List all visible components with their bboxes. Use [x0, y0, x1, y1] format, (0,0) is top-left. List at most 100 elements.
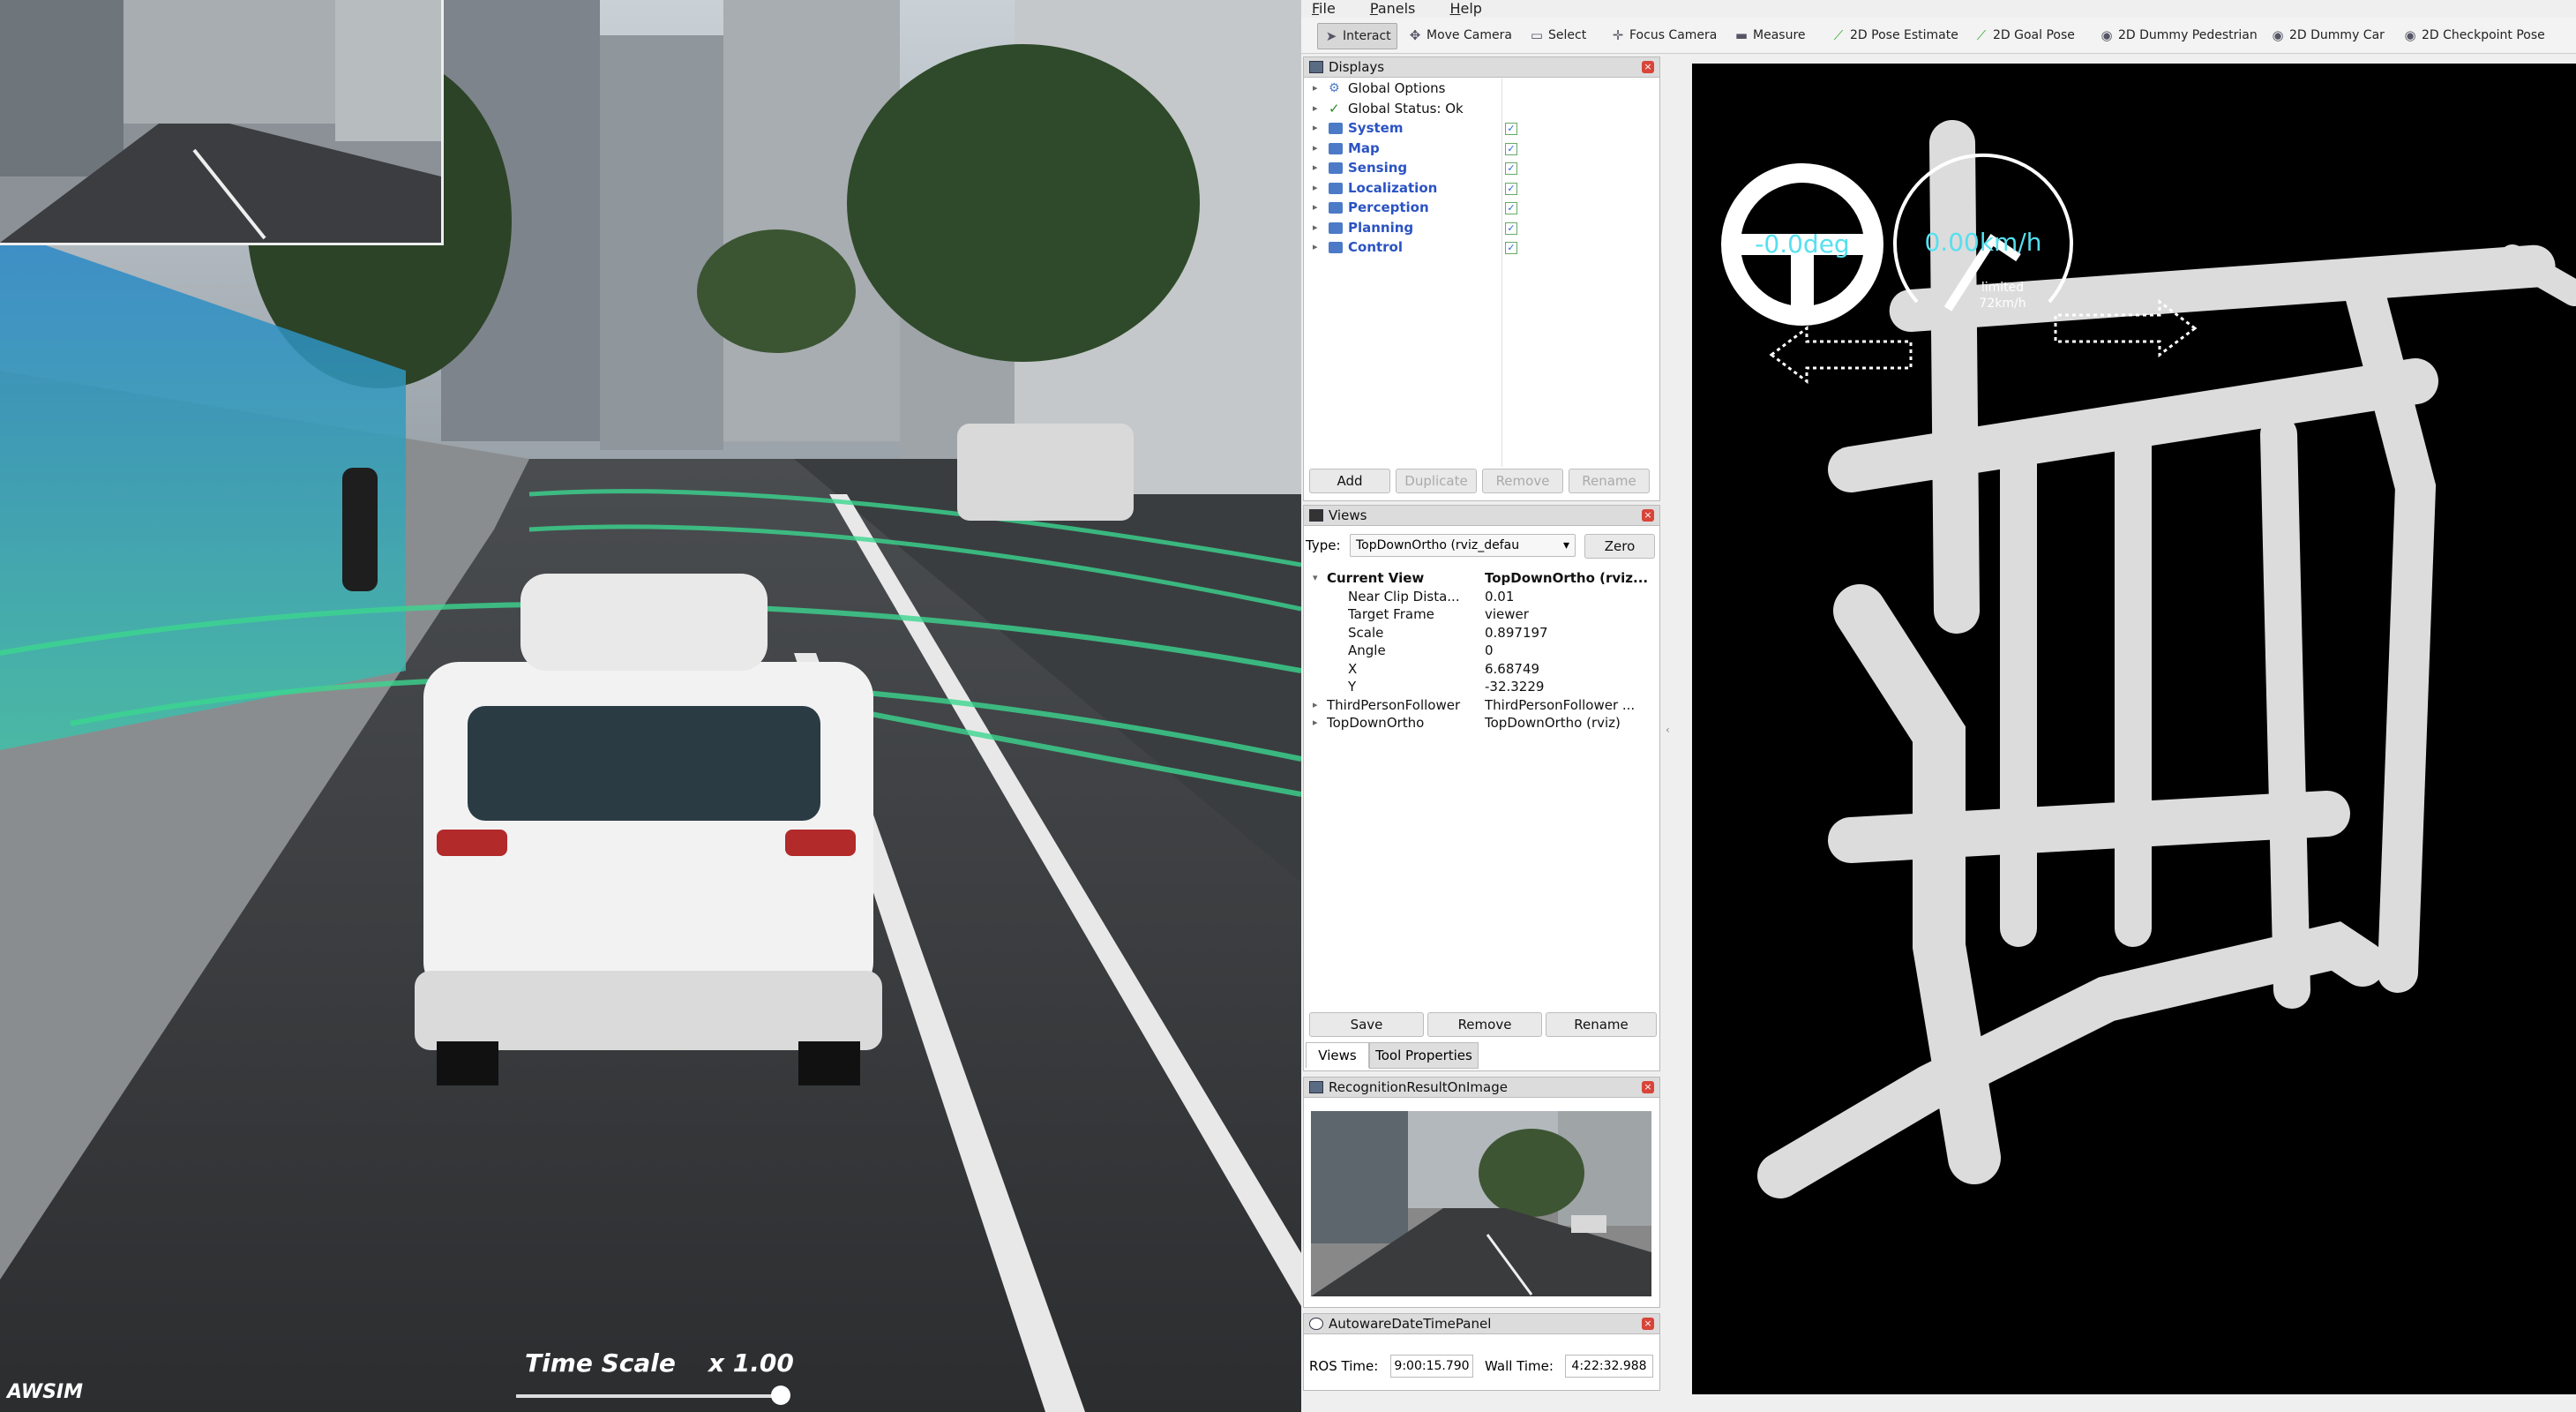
remove-display-button[interactable]: Remove [1482, 469, 1563, 493]
prop-value[interactable]: 0.897197 [1485, 624, 1548, 642]
enable-checkbox[interactable]: ✓ [1505, 123, 1517, 135]
app-logo: AWSIM [7, 1381, 84, 1403]
datetime-title: AutowareDateTimePanel [1329, 1316, 1492, 1332]
view-prop-row[interactable]: Scale 0.897197 [1304, 624, 1659, 642]
move-camera-icon: ✥ [1409, 27, 1421, 43]
tool-focus-camera[interactable]: ✛ Focus Camera [1610, 25, 1718, 46]
simulator-view[interactable]: Time Scale x 1.00 AWSIM [0, 0, 1301, 1412]
time-scale-slider[interactable] [516, 1394, 781, 1398]
enable-checkbox[interactable]: ✓ [1505, 182, 1517, 195]
tool-2d-checkpoint-pose[interactable]: ◉ 2D Checkpoint Pose [2402, 25, 2544, 46]
close-icon[interactable]: × [1642, 1081, 1654, 1093]
menu-file[interactable]: File [1312, 2, 1336, 16]
gear-icon: ⚙ [1329, 81, 1340, 95]
menu-bar: File Panels Help [1301, 0, 2576, 16]
view-prop-row[interactable]: Target Frame viewer [1304, 605, 1659, 624]
current-view-row[interactable]: ▾ Current View TopDownOrtho (rviz... [1304, 569, 1659, 588]
tool-2d-dummy-pedestrian[interactable]: ◉ 2D Dummy Pedestrian [2099, 25, 2258, 46]
time-scale-slider-handle[interactable] [771, 1386, 790, 1405]
expand-arrow-icon[interactable]: ▸ [1313, 118, 1318, 139]
enable-checkbox[interactable]: ✓ [1505, 222, 1517, 235]
display-label: Localization [1348, 179, 1438, 196]
close-icon[interactable]: × [1642, 1318, 1654, 1330]
folder-icon [1329, 202, 1343, 214]
tool-label: 2D Goal Pose [1993, 28, 2075, 42]
expand-arrow-icon[interactable]: ▸ [1313, 99, 1318, 119]
prop-value[interactable]: 6.68749 [1485, 660, 1539, 679]
save-view-button[interactable]: Save [1309, 1012, 1424, 1037]
wall-time-label: Wall Time: [1485, 1358, 1554, 1374]
display-item-system[interactable]: ▸ System ✓ [1304, 118, 1659, 139]
menu-help[interactable]: Help [1449, 2, 1481, 16]
display-item-map[interactable]: ▸ Map ✓ [1304, 139, 1659, 159]
zero-button[interactable]: Zero [1584, 534, 1655, 559]
expand-arrow-icon[interactable]: ▸ [1313, 178, 1318, 199]
pedestrian [342, 468, 378, 591]
map-3d-view[interactable]: -0.0deg 0.00km/h limited 72km/h [1692, 64, 2576, 1394]
toolbar: ➤ Interact ✥ Move Camera ▭ Select ✛ Focus Ca… [1301, 18, 2576, 54]
view-prop-row[interactable]: Near Clip Dista... 0.01 [1304, 588, 1659, 606]
tool-label: Measure [1753, 28, 1806, 42]
display-item-perception[interactable]: ▸ Perception ✓ [1304, 198, 1659, 218]
prop-value[interactable]: 0 [1485, 642, 1494, 660]
cursor-icon: ➤ [1325, 28, 1337, 44]
road-network [1757, 120, 2576, 1198]
ros-time-value: 9:00:15.790 [1390, 1355, 1473, 1378]
camera-icon [1309, 509, 1323, 522]
rename-view-button[interactable]: Rename [1546, 1012, 1657, 1037]
prop-value[interactable]: viewer [1485, 605, 1529, 624]
display-item-global-status[interactable]: ▸ ✓ Global Status: Ok [1304, 99, 1659, 119]
expand-arrow-icon[interactable]: ▸ [1313, 696, 1318, 715]
remove-view-button[interactable]: Remove [1427, 1012, 1542, 1037]
tab-tool-properties[interactable]: Tool Properties [1369, 1042, 1479, 1069]
splitter-handle[interactable]: ‹ [1666, 724, 1671, 741]
saved-view-row[interactable]: ▸ TopDownOrtho TopDownOrtho (rviz) [1304, 714, 1659, 732]
tool-2d-goal-pose[interactable]: ⟋ 2D Goal Pose [1973, 25, 2075, 46]
folder-icon [1329, 162, 1343, 174]
view-type-select[interactable]: TopDownOrtho (rviz_defau ▾ [1350, 534, 1576, 557]
expand-arrow-icon[interactable]: ▸ [1313, 218, 1318, 238]
enable-checkbox[interactable]: ✓ [1505, 162, 1517, 175]
view-prop-row[interactable]: Angle 0 [1304, 642, 1659, 660]
saved-view-value: TopDownOrtho (rviz) [1485, 715, 1621, 731]
views-tree: ▾ Current View TopDownOrtho (rviz... Nea… [1304, 569, 1659, 732]
tab-views[interactable]: Views [1306, 1042, 1369, 1068]
display-item-control[interactable]: ▸ Control ✓ [1304, 237, 1659, 258]
tool-measure[interactable]: ▬ Measure [1734, 25, 1806, 46]
expand-arrow-icon[interactable]: ▸ [1313, 237, 1318, 258]
tool-2d-dummy-car[interactable]: ◉ 2D Dummy Car [2270, 25, 2384, 46]
expand-arrow-icon[interactable]: ▾ [1313, 569, 1318, 588]
close-icon[interactable]: × [1642, 61, 1654, 73]
tool-move-camera[interactable]: ✥ Move Camera [1407, 25, 1512, 46]
view-prop-row[interactable]: Y -32.3229 [1304, 678, 1659, 696]
display-item-localization[interactable]: ▸ Localization ✓ [1304, 178, 1659, 199]
duplicate-display-button[interactable]: Duplicate [1396, 469, 1477, 493]
enable-checkbox[interactable]: ✓ [1505, 142, 1517, 155]
prop-value[interactable]: 0.01 [1485, 588, 1514, 606]
time-scale-label: Time Scale [525, 1348, 676, 1378]
display-item-global-options[interactable]: ▸ ⚙ Global Options [1304, 79, 1659, 99]
tool-select[interactable]: ▭ Select [1529, 25, 1586, 46]
tool-2d-pose-estimate[interactable]: ⟋ 2D Pose Estimate [1831, 25, 1958, 46]
views-panel: Views × Type: TopDownOrtho (rviz_defau ▾… [1303, 505, 1660, 1071]
expand-arrow-icon[interactable]: ▸ [1313, 139, 1318, 159]
rename-display-button[interactable]: Rename [1569, 469, 1650, 493]
display-item-sensing[interactable]: ▸ Sensing ✓ [1304, 158, 1659, 178]
expand-arrow-icon[interactable]: ▸ [1313, 158, 1318, 178]
recognition-image [1311, 1111, 1651, 1296]
expand-arrow-icon[interactable]: ▸ [1313, 79, 1318, 99]
expand-arrow-icon[interactable]: ▸ [1313, 198, 1318, 218]
display-label: Global Status: Ok [1348, 100, 1464, 116]
prop-value[interactable]: -32.3229 [1485, 678, 1544, 696]
menu-panels[interactable]: Panels [1370, 2, 1416, 16]
add-display-button[interactable]: Add [1309, 469, 1390, 493]
enable-checkbox[interactable]: ✓ [1505, 242, 1517, 254]
saved-view-row[interactable]: ▸ ThirdPersonFollower ThirdPersonFollower … [1304, 696, 1659, 715]
enable-checkbox[interactable]: ✓ [1505, 202, 1517, 214]
tool-label: 2D Dummy Pedestrian [2118, 28, 2258, 42]
display-item-planning[interactable]: ▸ Planning ✓ [1304, 218, 1659, 238]
expand-arrow-icon[interactable]: ▸ [1313, 714, 1318, 732]
tool-interact[interactable]: ➤ Interact [1317, 23, 1397, 49]
view-prop-row[interactable]: X 6.68749 [1304, 660, 1659, 679]
close-icon[interactable]: × [1642, 509, 1654, 522]
